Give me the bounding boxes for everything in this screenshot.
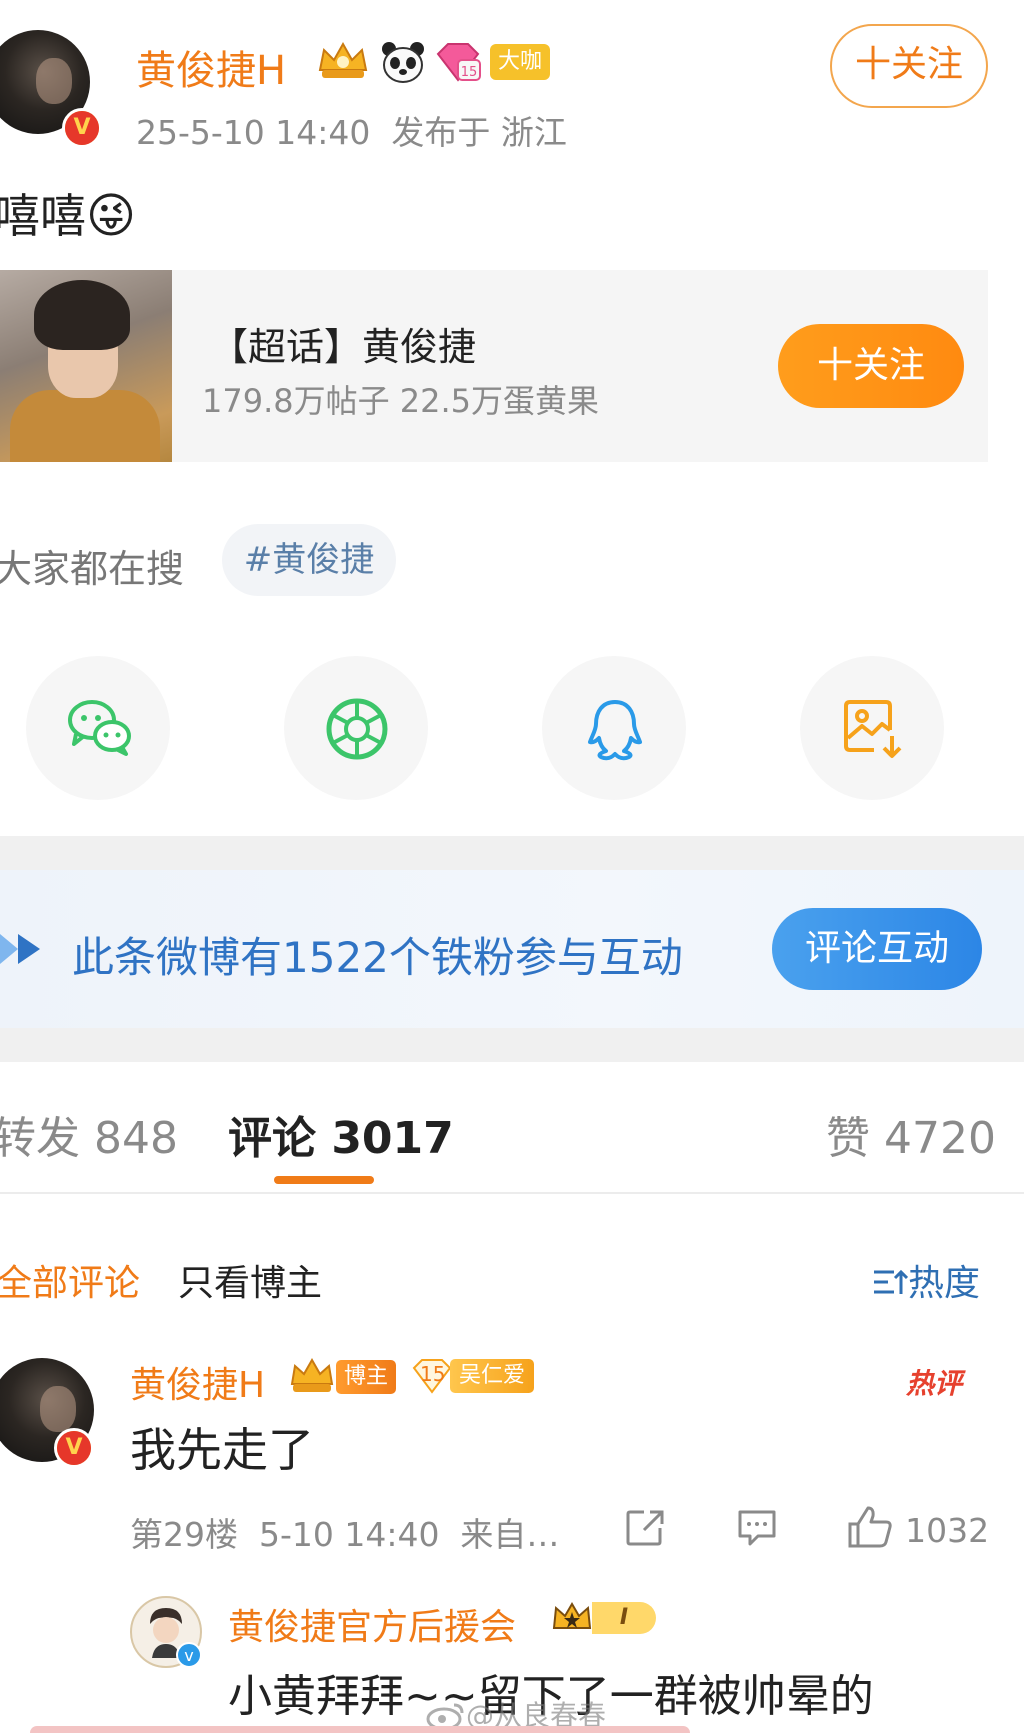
reply-level-badge: I xyxy=(550,1598,662,1638)
active-tab-indicator xyxy=(274,1176,374,1184)
filter-blogger-only[interactable]: 只看博主 xyxy=(178,1254,322,1306)
panda-badge-icon xyxy=(382,42,424,83)
comment-like-count: 1032 xyxy=(905,1511,990,1550)
sort-label: 热度 xyxy=(908,1263,981,1304)
share-wechat-button[interactable] xyxy=(26,656,170,800)
fans-interaction-text: 此条微博有1522个铁粉参与互动 xyxy=(72,933,683,982)
author-name[interactable]: 黄俊捷H xyxy=(136,38,286,96)
comment-verified-badge-icon: V xyxy=(54,1428,94,1468)
share-qq-button[interactable] xyxy=(542,656,686,800)
diamond-level-badge-icon: 15 xyxy=(436,43,481,82)
blogger-pill: 博主 xyxy=(336,1360,396,1394)
vip-badge: 大咖 xyxy=(490,44,550,80)
tab-reposts[interactable]: 转发 848 xyxy=(0,1102,178,1166)
sort-by-hot-button[interactable]: 热度 xyxy=(872,1254,980,1306)
trending-search-label: 大家都在搜 xyxy=(0,547,185,591)
svg-text:15: 15 xyxy=(461,65,478,80)
comment-meta: 第29楼 5-10 14:40 来自… xyxy=(130,1515,560,1554)
tab-comments[interactable]: 评论 3017 xyxy=(228,1102,454,1166)
supertopic-stats: 179.8万帖子 22.5万蛋黄果 xyxy=(202,382,600,420)
tab-likes[interactable]: 赞 4720 xyxy=(826,1102,996,1166)
reply-author-name[interactable]: 黄俊捷官方后援会 xyxy=(228,1598,516,1650)
comment-crown-icon xyxy=(290,1357,334,1392)
comment-like-button[interactable]: 1032 xyxy=(846,1504,989,1550)
share-comment-icon[interactable] xyxy=(624,1508,666,1548)
fan-level-number: 15 xyxy=(420,1362,446,1386)
thumbs-up-icon xyxy=(848,1506,892,1548)
supertopic-follow-button[interactable]: 十关注 xyxy=(778,324,964,408)
save-image-icon xyxy=(844,700,902,758)
sort-icon xyxy=(874,1269,909,1294)
post-text: 嘻嘻😜 xyxy=(0,180,136,246)
section-divider-2 xyxy=(0,1028,1024,1062)
fan-name-pill: 吴仁爱 xyxy=(450,1359,534,1393)
supertopic-title: 【超话】黄俊捷 xyxy=(210,325,477,369)
post-text-content: 嘻嘻 xyxy=(0,189,86,243)
reply-verified-icon: v xyxy=(176,1642,202,1668)
reply-level-text: I xyxy=(592,1602,656,1634)
section-divider xyxy=(0,836,1024,870)
level-crown-icon xyxy=(552,1602,592,1629)
fan-level-badge: 15 吴仁爱 xyxy=(412,1358,536,1394)
comment-text: 我先走了 xyxy=(130,1423,314,1477)
trending-tag[interactable]: #黄俊捷 xyxy=(222,524,396,596)
fan-arrow-icon xyxy=(0,934,40,964)
share-moments-button[interactable] xyxy=(284,656,428,800)
filter-all-comments[interactable]: 全部评论 xyxy=(0,1254,140,1306)
supertopic-card[interactable]: 【超话】黄俊捷 179.8万帖子 22.5万蛋黄果 十关注 xyxy=(0,270,988,462)
supertopic-thumbnail xyxy=(0,270,172,462)
reply-comment-icon[interactable] xyxy=(736,1508,778,1548)
bottom-input-bar[interactable] xyxy=(30,1726,690,1733)
moments-icon xyxy=(326,698,388,760)
comment-interact-button[interactable]: 评论互动 xyxy=(772,908,982,990)
save-image-button[interactable] xyxy=(800,656,944,800)
wechat-icon xyxy=(68,700,131,756)
hot-comment-label: 热评 xyxy=(906,1367,963,1400)
comment-author-name[interactable]: 黄俊捷H xyxy=(130,1356,265,1408)
post-time-location: 25-5-10 14:40 发布于 浙江 xyxy=(136,113,567,152)
wink-tongue-emoji: 😜 xyxy=(86,188,137,244)
crown-badge-icon xyxy=(318,41,368,78)
verified-badge-icon: V xyxy=(62,108,102,148)
qq-icon xyxy=(588,700,642,761)
follow-button[interactable]: 十关注 xyxy=(830,24,988,108)
tabs-divider xyxy=(0,1192,1024,1194)
